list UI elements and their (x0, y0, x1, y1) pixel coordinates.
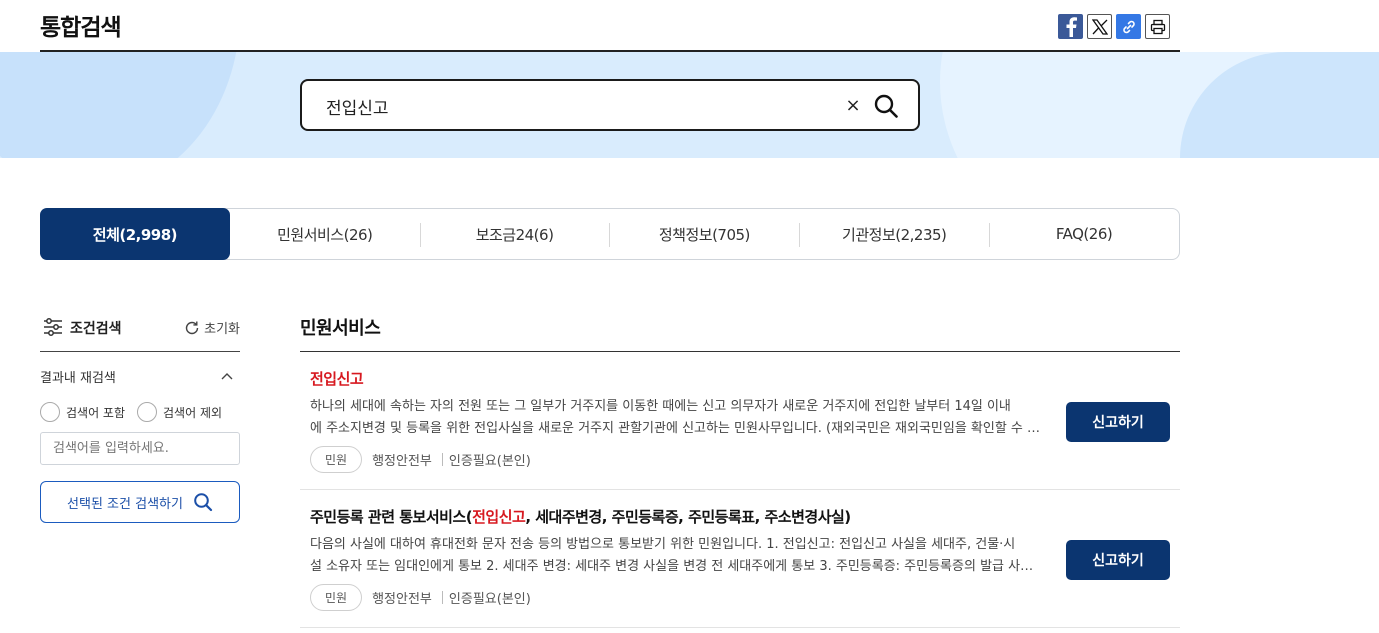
search-banner: × (0, 52, 1379, 158)
tab-faq[interactable]: FAQ(26) (989, 209, 1179, 259)
tab-civil-service[interactable]: 민원서비스(26) (230, 209, 420, 259)
radio-circle[interactable] (137, 402, 158, 422)
apply-filter-label: 선택된 조건 검색하기 (67, 496, 183, 512)
search-icon (194, 493, 213, 512)
divider (441, 591, 443, 604)
reset-label: 초기화 (204, 322, 240, 337)
tab-all[interactable]: 전체(2,998) (40, 208, 230, 260)
divider (441, 453, 443, 466)
refine-search-label: 결과내 재검색 (40, 371, 116, 386)
result-meta: 민원 행정안전부 인증필요(본인) (310, 584, 531, 611)
include-keyword-radio[interactable]: 검색어 포함 (40, 402, 125, 422)
result-title-link[interactable]: 전입신고 (310, 368, 364, 389)
share-tools (1058, 14, 1170, 39)
result-description: 다음의 사실에 대하여 휴대전화 문자 전송 등의 방법으로 통보받기 위한 민… (310, 534, 1045, 578)
refine-keyword-input[interactable] (40, 432, 240, 465)
radio-circle[interactable] (40, 402, 60, 422)
sliders-icon (44, 318, 62, 336)
reset-button[interactable]: 초기화 (184, 318, 240, 337)
clear-search-button[interactable]: × (842, 94, 864, 116)
description-line: 하나의 세대에 속하는 자의 전원 또는 그 일부가 거주지를 이동한 때에는 … (310, 399, 1011, 414)
facebook-icon (1066, 16, 1077, 37)
category-chip: 민원 (310, 584, 363, 611)
x-share-button[interactable] (1087, 14, 1112, 39)
search-icon (874, 94, 898, 118)
chevron-up-icon (221, 373, 233, 380)
result-item: 전입신고 하나의 세대에 속하는 자의 전원 또는 그 일부가 거주지를 이동한… (300, 352, 1180, 490)
agency-name: 행정안전부 (372, 592, 432, 607)
refresh-icon (185, 321, 199, 334)
close-icon: × (845, 94, 861, 116)
result-title-link[interactable]: 주민등록 관련 통보서비스(전입신고, 세대주변경, 주민등록증, 주민등록표,… (310, 506, 851, 527)
page-title: 통합검색 (40, 15, 122, 41)
keyword-highlight: 전입신고 (472, 508, 526, 526)
tab-agency[interactable]: 기관정보(2,235) (799, 209, 989, 259)
section-title: 민원서비스 (300, 310, 1180, 352)
tab-policy[interactable]: 정책정보(705) (609, 209, 799, 259)
copy-link-button[interactable] (1116, 14, 1141, 39)
auth-requirement: 인증필요(본인) (448, 592, 531, 607)
result-meta: 민원 행정안전부 인증필요(본인) (310, 446, 531, 473)
agency-name: 행정안전부 (372, 454, 432, 469)
description-line: 설 소유자 또는 임대인에게 통보 2. 세대주 변경: 세대주 변경 사실을 … (310, 559, 1045, 574)
category-tabs: 전체(2,998) 민원서비스(26) 보조금24(6) 정책정보(705) 기… (40, 208, 1180, 260)
result-item: 주민등록 관련 통보서비스(전입신고, 세대주변경, 주민등록증, 주민등록표,… (300, 490, 1180, 628)
apply-filter-button[interactable]: 선택된 조건 검색하기 (40, 481, 240, 523)
auth-requirement: 인증필요(본인) (448, 454, 531, 469)
search-box: × (300, 79, 920, 131)
filter-title: 조건검색 (70, 321, 122, 337)
search-input[interactable] (326, 93, 826, 119)
results-panel: 민원서비스 전입신고 하나의 세대에 속하는 자의 전원 또는 그 일부가 거주… (300, 310, 1180, 628)
collapse-toggle[interactable] (220, 367, 234, 386)
description-line: 다음의 사실에 대하여 휴대전화 문자 전송 등의 방법으로 통보받기 위한 민… (310, 537, 1016, 552)
refine-options: 검색어 포함 검색어 제외 (40, 402, 222, 422)
tab-subsidy[interactable]: 보조금24(6) (419, 209, 610, 259)
page-header: 통합검색 (40, 0, 1180, 52)
apply-button[interactable]: 신고하기 (1066, 540, 1170, 580)
exclude-keyword-label: 검색어 제외 (163, 405, 223, 420)
x-twitter-icon (1091, 18, 1108, 35)
filter-panel: 조건검색 초기화 결과내 재검색 검색어 포함 검색어 제외 선택된 조건 검색… (40, 310, 240, 523)
exclude-keyword-radio[interactable]: 검색어 제외 (137, 402, 222, 422)
facebook-share-button[interactable] (1058, 14, 1083, 39)
banner-decoration (0, 52, 240, 158)
include-keyword-label: 검색어 포함 (66, 405, 126, 420)
title-text: , 세대주변경, 주민등록증, 주민등록표, 주소변경사실) (525, 508, 851, 526)
category-chip: 민원 (310, 446, 363, 473)
description-line: 에 주소지변경 및 등록을 위한 전입사실을 새로운 거주지 관할기관에 신고하… (310, 421, 1045, 436)
keyword-highlight: 전입신고 (310, 370, 364, 388)
result-description: 하나의 세대에 속하는 자의 전원 또는 그 일부가 거주지를 이동한 때에는 … (310, 396, 1045, 440)
link-icon (1122, 20, 1135, 33)
apply-button[interactable]: 신고하기 (1066, 402, 1170, 442)
filter-header: 조건검색 초기화 (40, 310, 240, 352)
search-button[interactable] (872, 92, 900, 120)
print-button[interactable] (1145, 14, 1170, 39)
title-text: 주민등록 관련 통보서비스( (310, 508, 473, 526)
print-icon (1150, 19, 1165, 34)
